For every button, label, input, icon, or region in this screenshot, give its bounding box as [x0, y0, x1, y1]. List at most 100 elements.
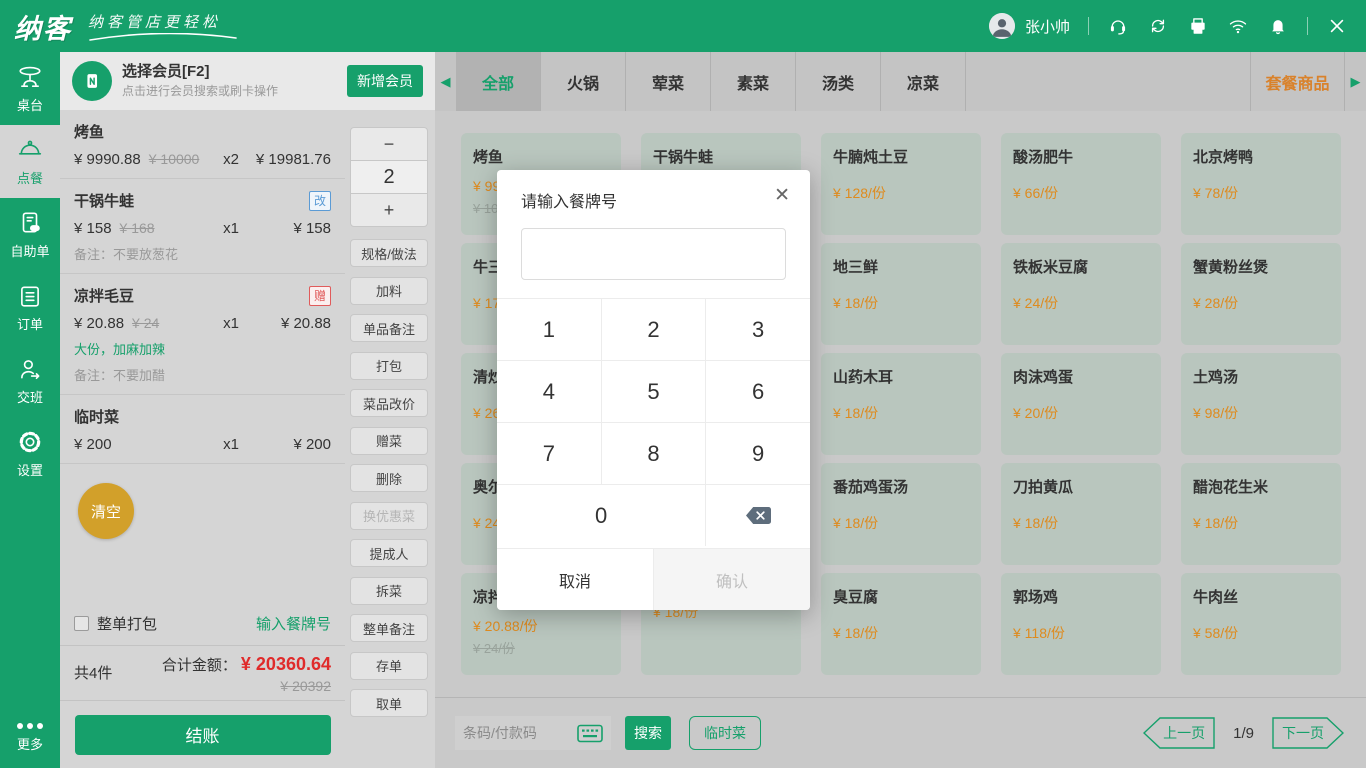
avatar[interactable] [989, 13, 1015, 39]
sidebar-item-shift[interactable]: 交班 [0, 344, 60, 417]
order-item[interactable]: 临时菜 ¥ 200 x1 ¥ 200 [60, 395, 345, 464]
prev-page-button[interactable]: 上一页 [1143, 717, 1215, 749]
add-member-button[interactable]: 新增会员 [347, 65, 423, 97]
gift-badge: 赠 [309, 286, 331, 306]
sidebar-item-tables[interactable]: 桌台 [0, 52, 60, 125]
product-card[interactable]: 醋泡花生米¥ 18/份 [1181, 463, 1341, 565]
product-card[interactable]: 酸汤肥牛¥ 66/份 [1001, 133, 1161, 235]
item-note-button[interactable]: 单品备注 [350, 314, 428, 342]
product-card[interactable]: 蟹黄粉丝煲¥ 28/份 [1181, 243, 1341, 345]
item-qty: x1 [223, 220, 239, 237]
sync-icon[interactable] [1147, 15, 1169, 37]
tab-cold[interactable]: 凉菜 [881, 52, 966, 111]
product-card[interactable]: 土鸡汤¥ 98/份 [1181, 353, 1341, 455]
delete-button[interactable]: 删除 [350, 464, 428, 492]
product-card[interactable]: 地三鲜¥ 18/份 [821, 243, 981, 345]
numpad-key-8[interactable]: 8 [602, 423, 706, 484]
product-card[interactable]: 臭豆腐¥ 18/份 [821, 573, 981, 675]
qty-minus-button[interactable]: − [351, 128, 427, 160]
numpad-key-3[interactable]: 3 [706, 299, 810, 360]
order-item[interactable]: 干锅牛蛙 改 ¥ 158 ¥ 168 x1 ¥ 158 备注：不要放葱花 [60, 179, 345, 274]
order-note-button[interactable]: 整单备注 [350, 614, 428, 642]
sidebar-item-more[interactable]: 更多 [0, 708, 60, 768]
headset-icon[interactable] [1107, 15, 1129, 37]
checkout-button[interactable]: 结账 [75, 715, 331, 755]
numpad-key-1[interactable]: 1 [497, 299, 601, 360]
product-card[interactable]: 铁板米豆腐¥ 24/份 [1001, 243, 1161, 345]
wifi-icon[interactable] [1227, 15, 1249, 37]
tab-meat[interactable]: 荤菜 [626, 52, 711, 111]
product-name: 土鸡汤 [1193, 366, 1329, 387]
dialog-close-icon[interactable]: ✕ [774, 186, 790, 205]
change-price-button[interactable]: 菜品改价 [350, 389, 428, 417]
barcode-search-box [455, 716, 611, 750]
save-order-button[interactable]: 存单 [350, 652, 428, 680]
tab-soup[interactable]: 汤类 [796, 52, 881, 111]
item-price: ¥ 20.88 [74, 315, 124, 332]
product-name: 牛肉丝 [1193, 586, 1329, 607]
add-topping-button[interactable]: 加料 [350, 277, 428, 305]
product-card[interactable]: 番茄鸡蛋汤¥ 18/份 [821, 463, 981, 565]
order-item[interactable]: 烤鱼 ¥ 9990.88 ¥ 10000 x2 ¥ 19981.76 [60, 110, 345, 179]
clear-order-button[interactable]: 清空 [78, 483, 134, 539]
sidebar: 桌台 点餐 自助单 订单 交班 设置 更多 [0, 52, 60, 768]
tab-combo-products[interactable]: 套餐商品 [1250, 52, 1345, 111]
tab-all[interactable]: 全部 [456, 52, 541, 111]
printer-icon[interactable] [1187, 15, 1209, 37]
next-page-button[interactable]: 下一页 [1272, 717, 1344, 749]
numpad-key-6[interactable]: 6 [706, 361, 810, 422]
pack-checkbox[interactable] [74, 616, 89, 631]
gift-dish-button[interactable]: 赠菜 [350, 427, 428, 455]
sidebar-item-ordering[interactable]: 点餐 [0, 125, 60, 198]
product-name: 蟹黄粉丝煲 [1193, 256, 1329, 277]
product-price: ¥ 20/份 [1013, 403, 1149, 423]
numpad-key-0[interactable]: 0 [497, 485, 705, 546]
dialog-cancel-button[interactable]: 取消 [497, 549, 653, 610]
product-card[interactable]: 牛腩炖土豆¥ 128/份 [821, 133, 981, 235]
bell-icon[interactable] [1267, 15, 1289, 37]
item-spec: 大份，加麻加辣 [74, 339, 331, 358]
temp-dish-button[interactable]: 临时菜 [689, 716, 761, 750]
numpad-key-2[interactable]: 2 [602, 299, 706, 360]
order-item[interactable]: 凉拌毛豆 赠 ¥ 20.88 ¥ 24 x1 ¥ 20.88 大份，加麻加辣 备… [60, 274, 345, 395]
pack-button[interactable]: 打包 [350, 352, 428, 380]
member-select-bar[interactable]: 选择会员[F2] 点击进行会员搜索或刷卡操作 新增会员 [60, 52, 435, 110]
numpad-key-4[interactable]: 4 [497, 361, 601, 422]
sidebar-item-orders[interactable]: 订单 [0, 271, 60, 344]
product-price: ¥ 24/份 [1013, 293, 1149, 313]
tabs-scroll-left-icon[interactable]: ◀ [435, 52, 456, 111]
close-icon[interactable] [1326, 15, 1348, 37]
product-card[interactable]: 北京烤鸭¥ 78/份 [1181, 133, 1341, 235]
keyboard-icon[interactable] [577, 724, 603, 743]
product-card[interactable]: 郭场鸡¥ 118/份 [1001, 573, 1161, 675]
qty-plus-button[interactable]: + [351, 194, 427, 226]
commission-person-button[interactable]: 提成人 [350, 539, 428, 567]
tab-hotpot[interactable]: 火锅 [541, 52, 626, 111]
selfservice-icon [17, 210, 43, 236]
numpad-key-5[interactable]: 5 [602, 361, 706, 422]
card-number-input[interactable] [521, 228, 786, 280]
enter-card-number-link[interactable]: 输入餐牌号 [256, 613, 331, 634]
numpad-backspace-key[interactable] [706, 485, 810, 546]
product-card[interactable]: 牛肉丝¥ 58/份 [1181, 573, 1341, 675]
sidebar-item-settings[interactable]: 设置 [0, 417, 60, 490]
search-button[interactable]: 搜索 [625, 716, 671, 750]
sidebar-item-label: 自助单 [10, 241, 49, 260]
sidebar-item-selfservice[interactable]: 自助单 [0, 198, 60, 271]
tabs-scroll-right-icon[interactable]: ▶ [1345, 52, 1366, 111]
product-card[interactable]: 刀拍黄瓜¥ 18/份 [1001, 463, 1161, 565]
numpad-key-9[interactable]: 9 [706, 423, 810, 484]
sidebar-item-label: 点餐 [17, 168, 43, 187]
tab-vegetable[interactable]: 素菜 [711, 52, 796, 111]
product-card[interactable]: 肉沫鸡蛋¥ 20/份 [1001, 353, 1161, 455]
total-amount: ¥ 20360.64 [241, 654, 331, 675]
product-price: ¥ 128/份 [833, 183, 969, 203]
product-name: 刀拍黄瓜 [1013, 476, 1149, 497]
split-dish-button[interactable]: 拆菜 [350, 577, 428, 605]
spec-method-button[interactable]: 规格/做法 [350, 239, 428, 267]
retrieve-order-button[interactable]: 取单 [350, 689, 428, 717]
barcode-input[interactable] [463, 725, 577, 741]
numpad-key-7[interactable]: 7 [497, 423, 601, 484]
product-card[interactable]: 山药木耳¥ 18/份 [821, 353, 981, 455]
product-name: 地三鲜 [833, 256, 969, 277]
